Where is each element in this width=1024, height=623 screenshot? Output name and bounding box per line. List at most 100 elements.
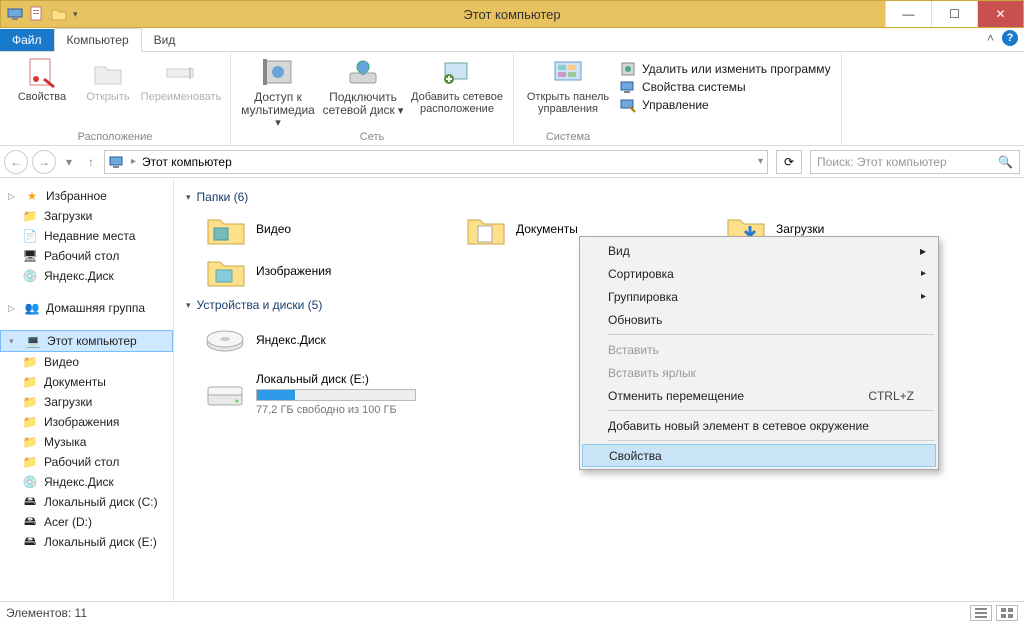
ctx-separator xyxy=(608,440,934,441)
address-bar[interactable]: ▸ Этот компьютер ▾ xyxy=(104,150,768,174)
system-properties-button[interactable]: Свойства системы xyxy=(620,79,831,95)
chevron-right-icon[interactable]: ▸ xyxy=(131,156,136,167)
refresh-button[interactable]: ⟳ xyxy=(776,150,802,174)
folder-icon: 📁 xyxy=(22,414,38,430)
ctx-separator xyxy=(608,334,934,335)
uninstall-program-button[interactable]: Удалить или изменить программу xyxy=(620,61,831,77)
nav-item-yandex[interactable]: 💿Яндекс.Диск xyxy=(0,266,173,286)
nav-item-desktop2[interactable]: 📁Рабочий стол xyxy=(0,452,173,472)
nav-item-video[interactable]: 📁Видео xyxy=(0,352,173,372)
recent-locations-button[interactable]: ▾ xyxy=(60,150,78,174)
ctx-add-network-element[interactable]: Добавить новый элемент в сетевое окружен… xyxy=(582,414,936,437)
nav-item-drive-d[interactable]: 🖴Acer (D:) xyxy=(0,512,173,532)
submenu-arrow-icon: ▸ xyxy=(921,291,926,302)
nav-item-downloads2[interactable]: 📁Загрузки xyxy=(0,392,173,412)
ctx-paste: Вставить xyxy=(582,338,936,361)
tiles-view-button[interactable] xyxy=(996,605,1018,621)
homegroup-icon: 👥 xyxy=(24,300,40,316)
submenu-arrow-icon: ▸ xyxy=(920,244,926,258)
open-control-panel-button[interactable]: Открыть панель управления xyxy=(520,55,616,115)
star-icon: ★ xyxy=(24,188,40,204)
computer-icon: 💻 xyxy=(25,333,41,349)
folder-icon: 📁 xyxy=(22,208,38,224)
details-view-button[interactable] xyxy=(970,605,992,621)
ctx-properties[interactable]: Свойства xyxy=(582,444,936,467)
yandex-disk-icon: 💿 xyxy=(22,268,38,284)
recent-icon: 📄 xyxy=(22,228,38,244)
capacity-bar xyxy=(256,389,416,401)
forward-button[interactable]: → xyxy=(32,150,56,174)
status-item-count: Элементов: 11 xyxy=(6,606,87,620)
folders-group-header[interactable]: ▾Папки (6) xyxy=(186,190,1012,204)
nav-favorites[interactable]: ▷★Избранное xyxy=(0,186,173,206)
quick-access-toolbar: ▾ xyxy=(1,6,78,22)
folder-icon: 📁 xyxy=(22,394,38,410)
ctx-view[interactable]: Вид▸ xyxy=(582,239,936,262)
body: ▷★Избранное 📁Загрузки 📄Недавние места 🖥Р… xyxy=(0,178,1024,601)
drive-icon: 🖴 xyxy=(22,514,38,530)
folder-icon: 📁 xyxy=(22,354,38,370)
drive-e[interactable]: Локальный диск (E:) 77,2 ГБ свободно из … xyxy=(204,372,454,416)
ribbon-tabs: Файл Компьютер Вид ˄ ? xyxy=(0,28,1024,52)
nav-item-documents[interactable]: 📁Документы xyxy=(0,372,173,392)
ctx-sort[interactable]: Сортировка▸ xyxy=(582,262,936,285)
folder-video[interactable]: Видео xyxy=(204,210,454,248)
nav-item-music[interactable]: 📁Музыка xyxy=(0,432,173,452)
ribbon-collapse-icon[interactable]: ˄ xyxy=(987,31,994,45)
manage-button[interactable]: Управление xyxy=(620,97,831,113)
status-bar: Элементов: 11 xyxy=(0,601,1024,623)
tab-view[interactable]: Вид xyxy=(142,29,188,51)
ctx-separator xyxy=(608,410,934,411)
nav-this-pc[interactable]: ▾💻Этот компьютер xyxy=(0,330,173,352)
drive-icon: 🖴 xyxy=(22,494,38,510)
ctx-refresh[interactable]: Обновить xyxy=(582,308,936,331)
ribbon-group-network: Доступ к мультимедиа ▾ Подключить сетево… xyxy=(231,52,514,145)
qat-dropdown-icon[interactable]: ▾ xyxy=(73,9,78,20)
nav-item-downloads[interactable]: 📁Загрузки xyxy=(0,206,173,226)
search-placeholder: Поиск: Этот компьютер xyxy=(817,155,947,169)
rename-button: Переименовать xyxy=(138,55,224,103)
back-button[interactable]: ← xyxy=(4,150,28,174)
up-button[interactable]: ↑ xyxy=(82,150,100,174)
drive-yandex[interactable]: Яндекс.Диск xyxy=(204,318,454,362)
search-input[interactable]: Поиск: Этот компьютер 🔍 xyxy=(810,150,1020,174)
close-button[interactable]: ✕ xyxy=(977,1,1023,27)
folder-pictures[interactable]: Изображения xyxy=(204,252,454,290)
folder-icon: 📁 xyxy=(22,454,38,470)
tab-computer[interactable]: Компьютер xyxy=(54,28,142,52)
content-area[interactable]: ▾Папки (6) Видео Документы Загрузки Изоб… xyxy=(174,178,1024,601)
window-buttons: — ☐ ✕ xyxy=(885,1,1023,27)
yandex-disk-icon: 💿 xyxy=(22,474,38,490)
tab-file[interactable]: Файл xyxy=(0,29,54,51)
collapse-icon[interactable]: ▾ xyxy=(186,192,191,203)
nav-homegroup[interactable]: ▷👥Домашняя группа xyxy=(0,298,173,318)
ribbon-group-system: Открыть панель управления Система Удалит… xyxy=(514,52,842,145)
computer-icon xyxy=(7,6,23,22)
collapse-icon[interactable]: ▾ xyxy=(186,300,191,311)
minimize-button[interactable]: — xyxy=(885,1,931,27)
nav-item-drive-e[interactable]: 🖴Локальный диск (E:) xyxy=(0,532,173,552)
properties-button[interactable]: Свойства xyxy=(6,55,78,103)
nav-item-recent[interactable]: 📄Недавние места xyxy=(0,226,173,246)
nav-item-yandex2[interactable]: 💿Яндекс.Диск xyxy=(0,472,173,492)
nav-item-drive-c[interactable]: 🖴Локальный диск (C:) xyxy=(0,492,173,512)
folder-icon: 📁 xyxy=(22,374,38,390)
titlebar: ▾ Этот компьютер — ☐ ✕ xyxy=(0,0,1024,28)
help-icon[interactable]: ? xyxy=(1002,30,1018,46)
new-folder-qat-icon[interactable] xyxy=(51,6,67,22)
ctx-group[interactable]: Группировка▸ xyxy=(582,285,936,308)
properties-qat-icon[interactable] xyxy=(29,6,45,22)
drive-icon: 🖴 xyxy=(22,534,38,550)
maximize-button[interactable]: ☐ xyxy=(931,1,977,27)
nav-item-desktop[interactable]: 🖥Рабочий стол xyxy=(0,246,173,266)
address-dropdown-icon[interactable]: ▾ xyxy=(758,156,763,167)
navigation-bar: ← → ▾ ↑ ▸ Этот компьютер ▾ ⟳ Поиск: Этот… xyxy=(0,146,1024,178)
window-title: Этот компьютер xyxy=(463,7,560,22)
breadcrumb[interactable]: Этот компьютер xyxy=(142,155,232,169)
map-drive-button[interactable]: Подключить сетевой диск ▾ xyxy=(321,55,405,129)
nav-item-pictures[interactable]: 📁Изображения xyxy=(0,412,173,432)
add-network-location-button[interactable]: Добавить сетевое расположение xyxy=(407,55,507,129)
ctx-undo-move[interactable]: Отменить перемещениеCTRL+Z xyxy=(582,384,936,407)
ctx-paste-shortcut: Вставить ярлык xyxy=(582,361,936,384)
media-access-button[interactable]: Доступ к мультимедиа ▾ xyxy=(237,55,319,129)
